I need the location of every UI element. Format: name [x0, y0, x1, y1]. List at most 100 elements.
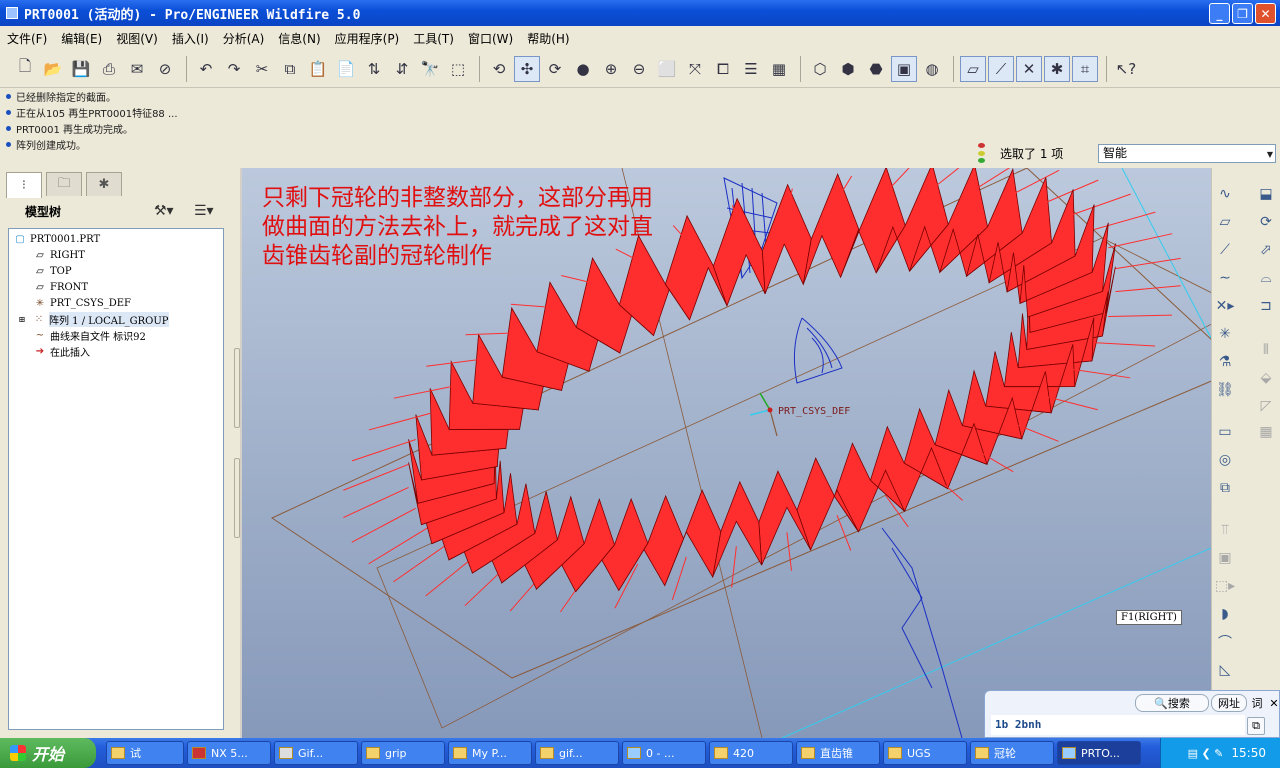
close-icon[interactable]: ✕: [1268, 694, 1280, 712]
url-button[interactable]: 网址: [1211, 694, 1247, 712]
orient-mode-icon[interactable]: ⟳: [542, 56, 568, 82]
selection-filter-dropdown[interactable]: 智能 ▼: [1098, 144, 1276, 163]
merge-icon[interactable]: ⬙: [1254, 366, 1278, 390]
mirror-icon[interactable]: ⫴: [1254, 338, 1278, 362]
csys-tool-icon[interactable]: ✳: [1213, 322, 1237, 346]
word-button[interactable]: 词: [1248, 694, 1266, 712]
datum-point-tool-icon[interactable]: ✕▸: [1213, 294, 1237, 318]
minimize-button[interactable]: _: [1209, 3, 1230, 24]
edit-icon[interactable]: ▭: [1213, 420, 1237, 444]
tab-favorites[interactable]: ✱: [86, 172, 122, 196]
panel-splitter[interactable]: [234, 348, 240, 738]
paste-icon[interactable]: 📋: [305, 56, 331, 82]
menu-analysis[interactable]: 分析(A): [223, 30, 265, 47]
splitter-grip[interactable]: [234, 348, 240, 428]
layers-icon[interactable]: ☰: [738, 56, 764, 82]
redo-icon[interactable]: ↷: [221, 56, 247, 82]
menu-file[interactable]: 文件(F): [7, 30, 47, 47]
repaint-icon[interactable]: ⟲: [486, 56, 512, 82]
tree-item[interactable]: ✳ PRT_CSYS_DEF: [33, 295, 131, 311]
reorient-icon[interactable]: ⤧: [682, 56, 708, 82]
menu-help[interactable]: 帮助(H): [527, 30, 569, 47]
task-button[interactable]: 直齿锥: [796, 741, 880, 765]
tree-item[interactable]: ▢ PRT0001.PRT: [13, 231, 100, 247]
enhanced-realism-icon[interactable]: ◍: [919, 56, 945, 82]
menu-info[interactable]: 信息(N): [278, 30, 320, 47]
task-button[interactable]: gif...: [535, 741, 619, 765]
regen-manager-icon[interactable]: ⇵: [389, 56, 415, 82]
hole-icon[interactable]: ⊐: [1254, 294, 1278, 318]
task-button[interactable]: 0 - ...: [622, 741, 706, 765]
search-button[interactable]: 🔍 搜索: [1135, 694, 1209, 712]
offset-icon[interactable]: ⫪: [1213, 518, 1237, 542]
send-mail-icon[interactable]: ✉: [124, 56, 150, 82]
tree-item[interactable]: ∼ 曲线来自文件 标识92: [33, 327, 146, 343]
undo-icon[interactable]: ↶: [193, 56, 219, 82]
print-icon[interactable]: ⎙: [96, 56, 122, 82]
tree-item[interactable]: ▱ FRONT: [33, 279, 88, 295]
expand-icon[interactable]: ⊞: [15, 315, 29, 324]
cut-icon[interactable]: ✂: [249, 56, 275, 82]
paste-special-icon[interactable]: 📄: [333, 56, 359, 82]
saved-views-icon[interactable]: ⧠: [710, 56, 736, 82]
regenerate-icon[interactable]: ⇅: [361, 56, 387, 82]
search-option-icon[interactable]: ⧉: [1247, 717, 1265, 735]
draft-icon[interactable]: ⌒: [1213, 630, 1237, 654]
chain-icon[interactable]: ⛓: [1213, 378, 1237, 402]
find-icon[interactable]: 🔭: [417, 56, 443, 82]
group-icon[interactable]: ⧉: [1213, 476, 1237, 500]
task-button[interactable]: Gif...: [274, 741, 358, 765]
menu-view[interactable]: 视图(V): [116, 30, 158, 47]
menu-tools[interactable]: 工具(T): [413, 30, 454, 47]
menu-window[interactable]: 窗口(W): [468, 30, 513, 47]
pattern-tool-icon[interactable]: ▦: [1254, 420, 1278, 444]
close-button[interactable]: ✕: [1255, 3, 1276, 24]
extrude-icon[interactable]: ⬓: [1254, 182, 1278, 206]
select-box-icon[interactable]: ⬚: [445, 56, 471, 82]
trim-icon[interactable]: ◸: [1254, 394, 1278, 418]
task-button[interactable]: PRTO...: [1057, 741, 1141, 765]
view-manager-icon[interactable]: ▦: [766, 56, 792, 82]
close-window-icon[interactable]: ⊘: [152, 56, 178, 82]
menu-applications[interactable]: 应用程序(P): [335, 30, 400, 47]
round-icon[interactable]: ◗: [1213, 602, 1237, 626]
task-button[interactable]: 试: [106, 741, 184, 765]
zoom-in-icon[interactable]: ⊕: [598, 56, 624, 82]
tree-item[interactable]: ▱ RIGHT: [33, 247, 85, 263]
shaded-icon[interactable]: ▣: [891, 55, 917, 82]
task-button[interactable]: 冠轮: [970, 741, 1054, 765]
graphics-window[interactable]: 只剩下冠轮的非整数部分，这部分再用做曲面的方法去补上，就完成了这对直齿锥齿轮副的…: [242, 168, 1211, 738]
task-button[interactable]: UGS: [883, 741, 967, 765]
splitter-grip[interactable]: [234, 458, 240, 538]
wireframe-icon[interactable]: ⬡: [807, 56, 833, 82]
datum-planes-toggle-icon[interactable]: ▱: [960, 55, 986, 82]
datum-plane-tool-icon[interactable]: ▱: [1213, 210, 1237, 234]
task-button[interactable]: 420: [709, 741, 793, 765]
revolve-icon[interactable]: ⟳: [1254, 210, 1278, 234]
swept-blend-icon[interactable]: ⌓: [1254, 266, 1278, 290]
solidify-icon[interactable]: ⬚▸: [1213, 574, 1237, 598]
shading-icon[interactable]: ●: [570, 56, 596, 82]
zoom-out-icon[interactable]: ⊖: [626, 56, 652, 82]
show-list-icon[interactable]: ☰▾: [194, 203, 214, 219]
menu-insert[interactable]: 插入(I): [172, 30, 209, 47]
task-button[interactable]: My P...: [448, 741, 532, 765]
context-help-icon[interactable]: ↖?: [1113, 56, 1139, 82]
task-button[interactable]: NX 5...: [187, 741, 271, 765]
no-hidden-icon[interactable]: ⬣: [863, 56, 889, 82]
thicken-icon[interactable]: ▣: [1213, 546, 1237, 570]
task-button[interactable]: grip: [361, 741, 445, 765]
analysis-tool-icon[interactable]: ⚗: [1213, 350, 1237, 374]
tab-model-tree[interactable]: ⁝: [6, 172, 42, 198]
view-edit-icon[interactable]: ◎: [1213, 448, 1237, 472]
tray-icons[interactable]: ▤ ❮ ✎: [1188, 747, 1224, 760]
tree-item[interactable]: ▱ TOP: [33, 263, 71, 279]
tree-item[interactable]: ➔ 在此插入: [33, 343, 90, 359]
datum-points-toggle-icon[interactable]: ✕: [1016, 55, 1042, 82]
open-folder-icon[interactable]: 📂: [40, 56, 66, 82]
csys-toggle-icon[interactable]: ✱: [1044, 55, 1070, 82]
save-icon[interactable]: 💾: [68, 56, 94, 82]
menu-edit[interactable]: 编辑(E): [61, 30, 102, 47]
settings-hammer-icon[interactable]: ⚒▾: [154, 203, 174, 219]
start-button[interactable]: 开始: [0, 738, 96, 768]
